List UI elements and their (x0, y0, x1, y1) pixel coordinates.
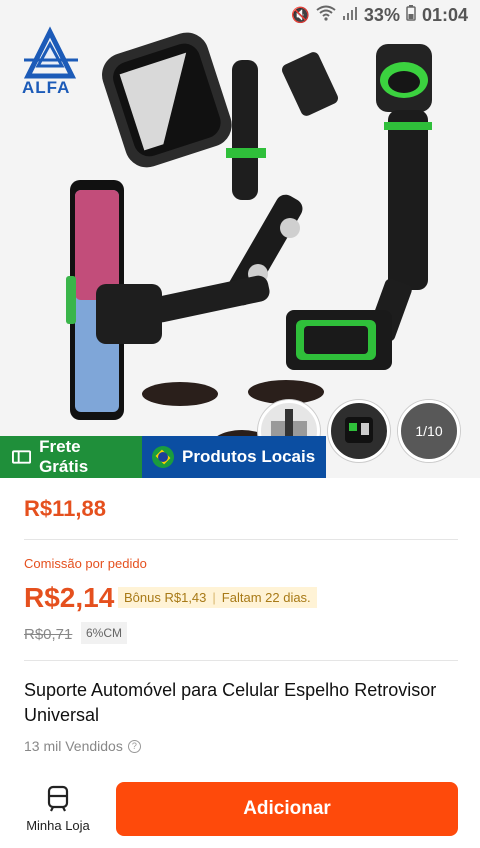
my-shop-label: Minha Loja (26, 818, 90, 833)
divider (24, 660, 458, 661)
add-button[interactable]: Adicionar (116, 782, 458, 836)
free-shipping-badge: Frete Grátis (0, 436, 142, 478)
local-products-badge: Produtos Locais (142, 436, 326, 478)
divider (24, 539, 458, 540)
sold-count: 13 mil Vendidos ? (24, 738, 141, 754)
commission-rate-tag: 6%CM (81, 622, 128, 644)
bonus-separator: | (212, 590, 216, 605)
wifi-icon (316, 5, 336, 25)
product-image-gallery[interactable]: ALFA 1/10 (0, 0, 480, 478)
bonus-tag: Bônus R$1,43 | Faltam 22 dias. (118, 587, 317, 608)
bonus-amount: Bônus R$1,43 (124, 590, 207, 605)
local-products-label: Produtos Locais (182, 447, 316, 466)
old-commission-price: R$0,71 (24, 626, 73, 643)
product-price: R$11,88 (24, 496, 106, 521)
clock: 01:04 (421, 4, 468, 25)
bottom-action-bar: Minha Loja Adicionar (0, 776, 480, 848)
truck-icon (12, 450, 32, 464)
product-title: Suporte Automóvel para Celular Espelho R… (24, 680, 437, 725)
bonus-remaining: Faltam 22 dias. (221, 590, 311, 605)
brazil-flag-icon (152, 446, 174, 468)
promo-bar: Frete Grátis Produtos Locais (0, 436, 326, 478)
my-shop-button[interactable]: Minha Loja (18, 784, 98, 833)
mute-icon: 🔇 (291, 7, 310, 24)
commission-value: R$2,14 (24, 582, 115, 613)
signal-icon (342, 5, 358, 25)
shop-icon (47, 785, 69, 812)
image-counter-label: 1/10 (415, 423, 443, 439)
battery-icon (406, 5, 416, 25)
sold-count-label: 13 mil Vendidos (24, 738, 123, 754)
free-shipping-label: Frete Grátis (39, 437, 89, 476)
status-bar: 🔇 33% 01:04 (0, 0, 480, 30)
commission-label: Comissão por pedido (24, 556, 147, 571)
product-photo (66, 32, 432, 440)
info-icon[interactable]: ? (127, 739, 141, 753)
thumbnail-2[interactable] (328, 400, 390, 462)
image-counter[interactable]: 1/10 (398, 400, 460, 462)
battery-percent: 33% (363, 4, 400, 25)
